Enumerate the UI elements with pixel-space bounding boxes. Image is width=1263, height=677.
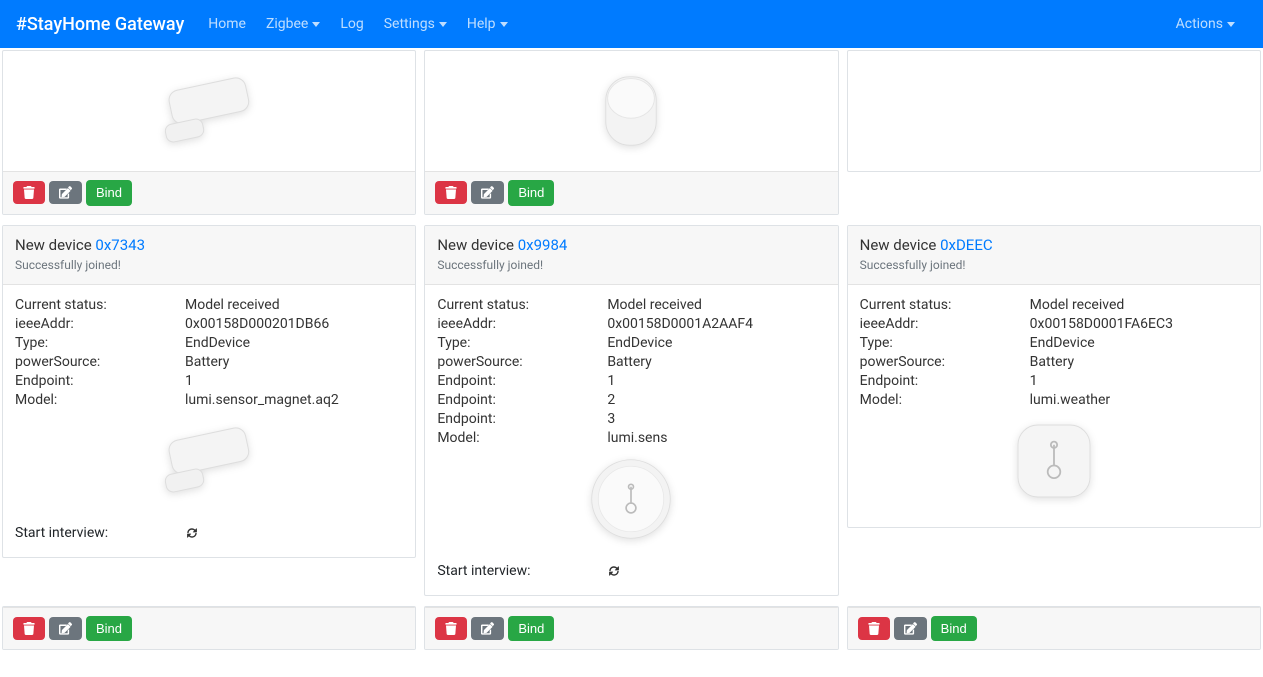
device-image-area [860, 411, 1248, 511]
start-interview-row: Start interview: [15, 525, 403, 541]
card-actions: Bind [3, 607, 415, 650]
device-card-fragment: Bind [847, 606, 1261, 651]
device-image [1004, 416, 1104, 506]
device-address-link[interactable]: 0x9984 [518, 236, 568, 254]
chevron-down-icon [500, 22, 508, 27]
nav-log[interactable]: Log [332, 10, 371, 38]
device-card-fragment: Bind [424, 50, 838, 215]
chevron-down-icon [312, 22, 320, 27]
bind-button[interactable]: Bind [508, 180, 554, 206]
nav-zigbee[interactable]: Zigbee [258, 10, 328, 38]
chevron-down-icon [439, 22, 447, 27]
card-actions: Bind [425, 171, 837, 214]
trash-icon [23, 622, 35, 635]
device-details: Current status:Model receivedieeeAddr:0x… [425, 285, 837, 595]
nav-actions[interactable]: Actions [1168, 10, 1243, 38]
device-image-area [3, 51, 415, 171]
device-subtitle: Successfully joined! [437, 258, 825, 272]
start-interview-row: Start interview: [437, 563, 825, 579]
device-details: Current status:Model receivedieeeAddr:0x… [3, 285, 415, 557]
refresh-icon [607, 564, 621, 578]
device-subtitle: Successfully joined! [860, 258, 1248, 272]
device-grid: New device 0x7343 Successfully joined! Cur… [0, 223, 1263, 596]
delete-button[interactable] [435, 181, 467, 204]
start-interview-button[interactable] [185, 526, 199, 540]
device-card-header: New device 0x9984 Successfully joined! [425, 226, 837, 285]
trash-icon [445, 186, 457, 199]
nav-settings[interactable]: Settings [376, 10, 455, 38]
device-card-header: New device 0x7343 Successfully joined! [3, 226, 415, 285]
navbar: #StayHome Gateway HomeZigbeeLogSettingsH… [0, 0, 1263, 48]
trash-icon [445, 622, 457, 635]
device-title: New device 0x7343 [15, 236, 403, 254]
device-address-link[interactable]: 0x7343 [95, 236, 145, 254]
edit-button[interactable] [471, 617, 504, 640]
trash-icon [23, 186, 35, 199]
top-row: Bind Bind [0, 48, 1263, 215]
nav-help[interactable]: Help [459, 10, 516, 38]
bind-button[interactable]: Bind [931, 616, 977, 642]
device-image [144, 66, 274, 156]
device-image [576, 454, 686, 544]
device-image-area [425, 51, 837, 171]
device-image-area [15, 411, 403, 511]
nav-home[interactable]: Home [200, 10, 254, 38]
device-card: New device 0x9984 Successfully joined! Cur… [424, 225, 838, 596]
device-title: New device 0xDEEC [860, 236, 1248, 254]
bottom-row: Bind Bind Bind [0, 604, 1263, 651]
chevron-down-icon [1227, 22, 1235, 27]
refresh-icon [185, 526, 199, 540]
device-subtitle: Successfully joined! [15, 258, 403, 272]
start-interview-button[interactable] [607, 564, 621, 578]
device-address-link[interactable]: 0xDEEC [940, 236, 993, 254]
bind-button[interactable]: Bind [86, 616, 132, 642]
device-card-header: New device 0xDEEC Successfully joined! [848, 226, 1260, 285]
edit-button[interactable] [49, 181, 82, 204]
edit-icon [904, 622, 917, 635]
delete-button[interactable] [858, 617, 890, 640]
brand[interactable]: #StayHome Gateway [16, 14, 184, 35]
device-card-fragment [847, 50, 1261, 172]
device-card: New device 0x7343 Successfully joined! Cur… [2, 225, 416, 558]
edit-button[interactable] [49, 617, 82, 640]
card-actions: Bind [3, 171, 415, 214]
nav-left: HomeZigbeeLogSettingsHelp [200, 10, 1167, 38]
device-card-fragment: Bind [2, 606, 416, 651]
device-title: New device 0x9984 [437, 236, 825, 254]
edit-icon [59, 186, 72, 199]
delete-button[interactable] [435, 617, 467, 640]
trash-icon [868, 622, 880, 635]
edit-icon [59, 622, 72, 635]
nav-right: Actions [1168, 10, 1247, 38]
device-card-fragment: Bind [424, 606, 838, 651]
edit-button[interactable] [894, 617, 927, 640]
device-image [581, 66, 681, 156]
device-image [144, 416, 274, 506]
edit-icon [481, 186, 494, 199]
device-image-area [437, 449, 825, 549]
device-card-fragment: Bind [2, 50, 416, 215]
card-actions: Bind [848, 607, 1260, 650]
device-card: New device 0xDEEC Successfully joined! Cur… [847, 225, 1261, 528]
device-image-area [848, 51, 1260, 171]
delete-button[interactable] [13, 181, 45, 204]
card-actions: Bind [425, 607, 837, 650]
edit-icon [481, 622, 494, 635]
delete-button[interactable] [13, 617, 45, 640]
edit-button[interactable] [471, 181, 504, 204]
device-details: Current status:Model receivedieeeAddr:0x… [848, 285, 1260, 527]
bind-button[interactable]: Bind [86, 180, 132, 206]
bind-button[interactable]: Bind [508, 616, 554, 642]
